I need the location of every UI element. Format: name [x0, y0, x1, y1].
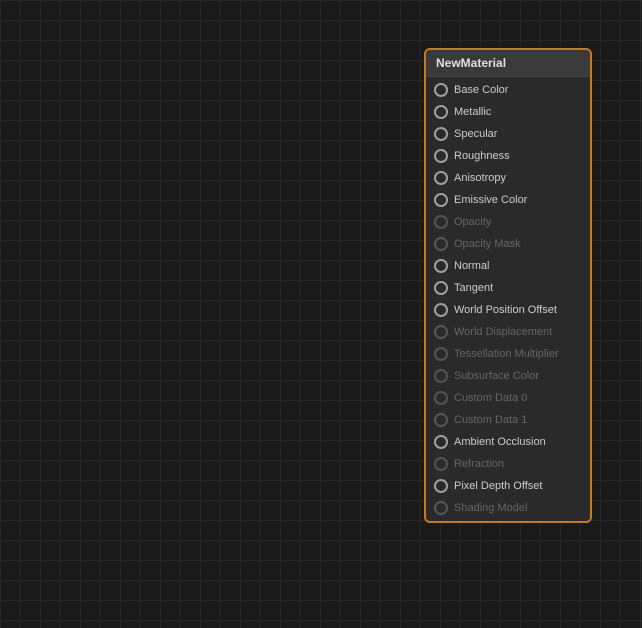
- pin-label-emissive-color: Emissive Color: [454, 194, 527, 206]
- panel-title: NewMaterial: [426, 50, 590, 77]
- material-node-panel: NewMaterial Base Color Metallic Specular Ro…: [424, 48, 592, 523]
- pin-label-custom-data-1: Custom Data 1: [454, 414, 527, 426]
- pin-item-base-color[interactable]: Base Color: [426, 79, 590, 101]
- pin-icon-ambient-occlusion: [434, 435, 448, 449]
- pin-icon-roughness: [434, 149, 448, 163]
- pin-item-subsurface-color[interactable]: Subsurface Color: [426, 365, 590, 387]
- pin-label-base-color: Base Color: [454, 84, 508, 96]
- pin-item-world-position-offset[interactable]: World Position Offset: [426, 299, 590, 321]
- pin-label-metallic: Metallic: [454, 106, 491, 118]
- pin-label-specular: Specular: [454, 128, 497, 140]
- pin-icon-pixel-depth-offset: [434, 479, 448, 493]
- pin-item-world-displacement[interactable]: World Displacement: [426, 321, 590, 343]
- pin-icon-custom-data-1: [434, 413, 448, 427]
- pin-icon-anisotropy: [434, 171, 448, 185]
- pin-item-metallic[interactable]: Metallic: [426, 101, 590, 123]
- pin-icon-opacity-mask: [434, 237, 448, 251]
- pin-item-tessellation-multiplier[interactable]: Tessellation Multiplier: [426, 343, 590, 365]
- pin-label-normal: Normal: [454, 260, 489, 272]
- pin-icon-opacity: [434, 215, 448, 229]
- pin-label-tessellation-multiplier: Tessellation Multiplier: [454, 348, 559, 360]
- pin-label-opacity-mask: Opacity Mask: [454, 238, 521, 250]
- pin-label-anisotropy: Anisotropy: [454, 172, 506, 184]
- pin-label-roughness: Roughness: [454, 150, 510, 162]
- pin-icon-custom-data-0: [434, 391, 448, 405]
- pin-item-specular[interactable]: Specular: [426, 123, 590, 145]
- pin-item-pixel-depth-offset[interactable]: Pixel Depth Offset: [426, 475, 590, 497]
- pin-item-shading-model[interactable]: Shading Model: [426, 497, 590, 519]
- pin-item-custom-data-0[interactable]: Custom Data 0: [426, 387, 590, 409]
- pin-item-emissive-color[interactable]: Emissive Color: [426, 189, 590, 211]
- pin-icon-base-color: [434, 83, 448, 97]
- pin-item-roughness[interactable]: Roughness: [426, 145, 590, 167]
- pin-icon-refraction: [434, 457, 448, 471]
- pin-icon-metallic: [434, 105, 448, 119]
- pin-label-custom-data-0: Custom Data 0: [454, 392, 527, 404]
- pin-icon-specular: [434, 127, 448, 141]
- pin-list: Base Color Metallic Specular Roughness Aniso…: [426, 77, 590, 521]
- pin-label-world-displacement: World Displacement: [454, 326, 552, 338]
- pin-item-custom-data-1[interactable]: Custom Data 1: [426, 409, 590, 431]
- pin-icon-normal: [434, 259, 448, 273]
- pin-label-opacity: Opacity: [454, 216, 491, 228]
- pin-label-refraction: Refraction: [454, 458, 504, 470]
- pin-item-tangent[interactable]: Tangent: [426, 277, 590, 299]
- pin-label-world-position-offset: World Position Offset: [454, 304, 557, 316]
- pin-item-refraction[interactable]: Refraction: [426, 453, 590, 475]
- pin-item-opacity-mask[interactable]: Opacity Mask: [426, 233, 590, 255]
- pin-icon-world-displacement: [434, 325, 448, 339]
- pin-item-normal[interactable]: Normal: [426, 255, 590, 277]
- pin-icon-emissive-color: [434, 193, 448, 207]
- pin-item-anisotropy[interactable]: Anisotropy: [426, 167, 590, 189]
- pin-icon-subsurface-color: [434, 369, 448, 383]
- pin-label-tangent: Tangent: [454, 282, 493, 294]
- pin-item-opacity[interactable]: Opacity: [426, 211, 590, 233]
- pin-label-ambient-occlusion: Ambient Occlusion: [454, 436, 546, 448]
- pin-item-ambient-occlusion[interactable]: Ambient Occlusion: [426, 431, 590, 453]
- pin-label-subsurface-color: Subsurface Color: [454, 370, 539, 382]
- pin-label-pixel-depth-offset: Pixel Depth Offset: [454, 480, 542, 492]
- pin-icon-shading-model: [434, 501, 448, 515]
- pin-icon-tessellation-multiplier: [434, 347, 448, 361]
- pin-label-shading-model: Shading Model: [454, 502, 527, 514]
- pin-icon-tangent: [434, 281, 448, 295]
- pin-icon-world-position-offset: [434, 303, 448, 317]
